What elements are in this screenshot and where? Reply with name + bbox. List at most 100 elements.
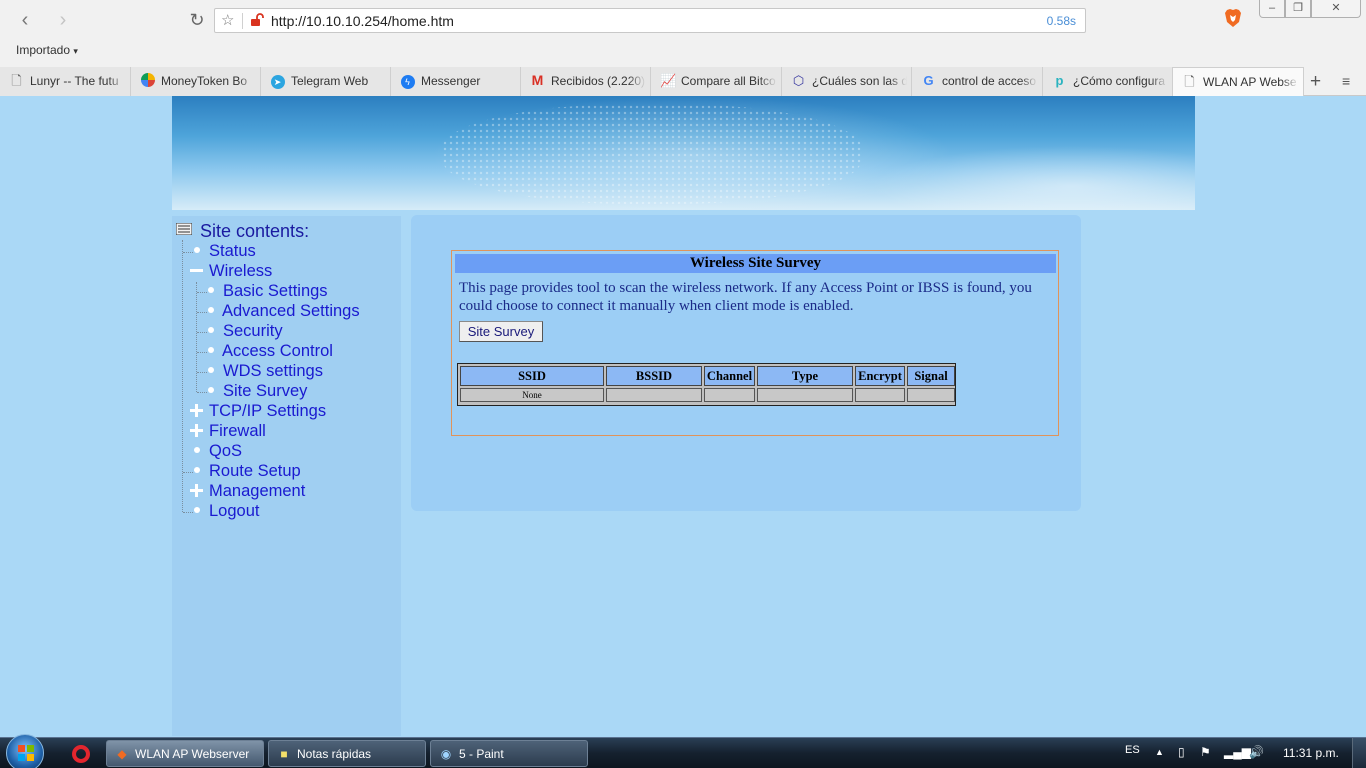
- cube-icon: ⬡: [792, 73, 805, 88]
- table-cell-encrypt: [855, 388, 905, 402]
- taskbar-button-notas[interactable]: ■ Notas rápidas: [268, 740, 426, 767]
- opera-icon[interactable]: [72, 745, 90, 763]
- brave-icon[interactable]: [1224, 8, 1242, 28]
- tray-expand-icon[interactable]: ▲: [1155, 745, 1164, 759]
- menu-site-survey[interactable]: Site Survey: [223, 382, 307, 401]
- survey-table: SSID BSSID Channel Type Encrypt Signal N…: [457, 363, 956, 406]
- back-icon[interactable]: ‹: [14, 9, 36, 31]
- plus-icon[interactable]: [190, 424, 203, 437]
- tree-line: [197, 332, 207, 333]
- tab-messenger[interactable]: ϟ Messenger: [391, 67, 521, 96]
- p-icon: p: [1055, 73, 1064, 88]
- sticky-notes-icon: ■: [280, 747, 288, 761]
- site-survey-button[interactable]: Site Survey: [459, 321, 543, 342]
- forward-icon[interactable]: ›: [52, 9, 74, 31]
- menu-tcpip-settings[interactable]: TCP/IP Settings: [209, 402, 326, 421]
- menu-firewall[interactable]: Firewall: [209, 422, 266, 441]
- tree-line: [196, 282, 197, 392]
- tab-lunyr[interactable]: 🗋 Lunyr -- The futu: [0, 67, 131, 96]
- menu-basic-settings[interactable]: Basic Settings: [223, 282, 328, 301]
- tab-control-acceso[interactable]: G control de acceso: [912, 67, 1043, 96]
- table-cell-type: [757, 388, 853, 402]
- bookmark-star-icon[interactable]: ☆: [221, 11, 234, 29]
- show-desktop-button[interactable]: [1352, 738, 1366, 768]
- url-text[interactable]: http://10.10.10.254/home.htm: [271, 13, 454, 29]
- browser-chrome: ‹ › ↻ ☆ http://10.10.10.254/home.htm 0.5…: [0, 0, 1366, 96]
- telegram-icon: ➤: [270, 73, 285, 89]
- taskbar-button-wlan[interactable]: ◆ WLAN AP Webserver: [106, 740, 264, 767]
- taskbar-label: Notas rápidas: [297, 747, 372, 761]
- plus-icon[interactable]: [190, 484, 203, 497]
- menu-route-setup[interactable]: Route Setup: [209, 462, 301, 481]
- menu-management[interactable]: Management: [209, 482, 305, 501]
- bookmark-folder-importado[interactable]: Importado ▾: [16, 43, 78, 57]
- tree-line: [197, 352, 207, 353]
- tab-telegram[interactable]: ➤ Telegram Web: [261, 67, 391, 96]
- bookmark-folder-label: Importado: [16, 43, 71, 57]
- network-signal-icon[interactable]: ▂▄▆: [1224, 745, 1251, 759]
- tab-label: Compare all Bitco: [681, 74, 777, 88]
- tree-line: [197, 292, 207, 293]
- windows-logo-icon: [18, 745, 34, 761]
- tree-line: [183, 512, 193, 513]
- menu-qos[interactable]: QoS: [209, 442, 242, 461]
- restore-button[interactable]: ❐: [1285, 0, 1311, 18]
- bullet-icon: [208, 387, 214, 393]
- column-header-channel: Channel: [704, 366, 755, 386]
- omnibox-divider: [242, 13, 243, 29]
- column-header-signal: Signal: [907, 366, 955, 386]
- volume-icon[interactable]: 🔊: [1249, 745, 1264, 759]
- column-header-ssid: SSID: [460, 366, 604, 386]
- language-indicator[interactable]: ES: [1125, 744, 1140, 756]
- menu-wds-settings[interactable]: WDS settings: [223, 362, 323, 381]
- menu-status[interactable]: Status: [209, 242, 256, 261]
- battery-icon[interactable]: ▯: [1178, 745, 1185, 759]
- address-bar[interactable]: ☆ http://10.10.10.254/home.htm 0.58s: [214, 8, 1086, 33]
- table-cell-bssid: [606, 388, 702, 402]
- site-contents-title: Site contents:: [200, 221, 310, 241]
- start-button[interactable]: [6, 734, 44, 768]
- minimize-button[interactable]: –: [1259, 0, 1285, 18]
- new-tab-button[interactable]: +: [1310, 71, 1321, 93]
- column-header-encrypt: Encrypt: [855, 366, 905, 386]
- tab-moneytoken[interactable]: MoneyToken Bo: [131, 67, 261, 96]
- bullet-icon: [194, 467, 200, 473]
- menu-access-control[interactable]: Access Control: [222, 342, 333, 361]
- tree-line: [197, 372, 207, 373]
- brave-icon: ◆: [117, 747, 127, 761]
- taskbar: ◆ WLAN AP Webserver ■ Notas rápidas ◉ 5 …: [0, 734, 1366, 768]
- close-window-button[interactable]: ✕: [1311, 0, 1361, 18]
- menu-advanced-settings[interactable]: Advanced Settings: [222, 302, 360, 321]
- tab-label: Lunyr -- The futu: [30, 74, 126, 88]
- insecure-lock-icon[interactable]: [250, 13, 264, 27]
- taskbar-button-paint[interactable]: ◉ 5 - Paint: [430, 740, 588, 767]
- tab-compare-bitcoin[interactable]: 📈 Compare all Bitco: [651, 67, 782, 96]
- table-cell-signal: [907, 388, 955, 402]
- tab-menu-button[interactable]: ≡: [1342, 73, 1350, 89]
- tree-line: [197, 392, 207, 393]
- survey-description: This page provides tool to scan the wire…: [459, 280, 1032, 314]
- header-banner: [172, 96, 1195, 210]
- tab-label: Telegram Web: [291, 74, 386, 88]
- reload-icon[interactable]: ↻: [186, 9, 208, 31]
- plus-icon[interactable]: [190, 404, 203, 417]
- tree-line: [183, 252, 193, 253]
- taskbar-label: 5 - Paint: [459, 747, 504, 761]
- bullet-icon: [208, 287, 214, 293]
- menu-security[interactable]: Security: [223, 322, 283, 341]
- tab-como-configurar[interactable]: p ¿Cómo configura: [1043, 67, 1173, 96]
- tab-cuales[interactable]: ⬡ ¿Cuáles son las d: [782, 67, 912, 96]
- menu-wireless[interactable]: Wireless: [209, 262, 272, 281]
- menu-logout[interactable]: Logout: [209, 502, 259, 521]
- table-cell-channel: [704, 388, 755, 402]
- page-title: Wireless Site Survey: [455, 254, 1056, 273]
- tab-strip: 🗋 Lunyr -- The futu MoneyToken Bo ➤ Tele…: [0, 67, 1366, 96]
- taskbar-label: WLAN AP Webserver: [135, 747, 250, 761]
- tab-wlan-ap[interactable]: 🗋 WLAN AP Webse: [1173, 67, 1304, 96]
- bullet-icon: [208, 327, 214, 333]
- tab-gmail[interactable]: M Recibidos (2.220): [521, 67, 651, 96]
- site-survey-panel: Wireless Site Survey This page provides …: [451, 250, 1059, 436]
- minus-icon[interactable]: [190, 269, 203, 272]
- clock[interactable]: 11:31 p.m.: [1283, 746, 1339, 760]
- action-center-flag-icon[interactable]: ⚑: [1200, 745, 1211, 759]
